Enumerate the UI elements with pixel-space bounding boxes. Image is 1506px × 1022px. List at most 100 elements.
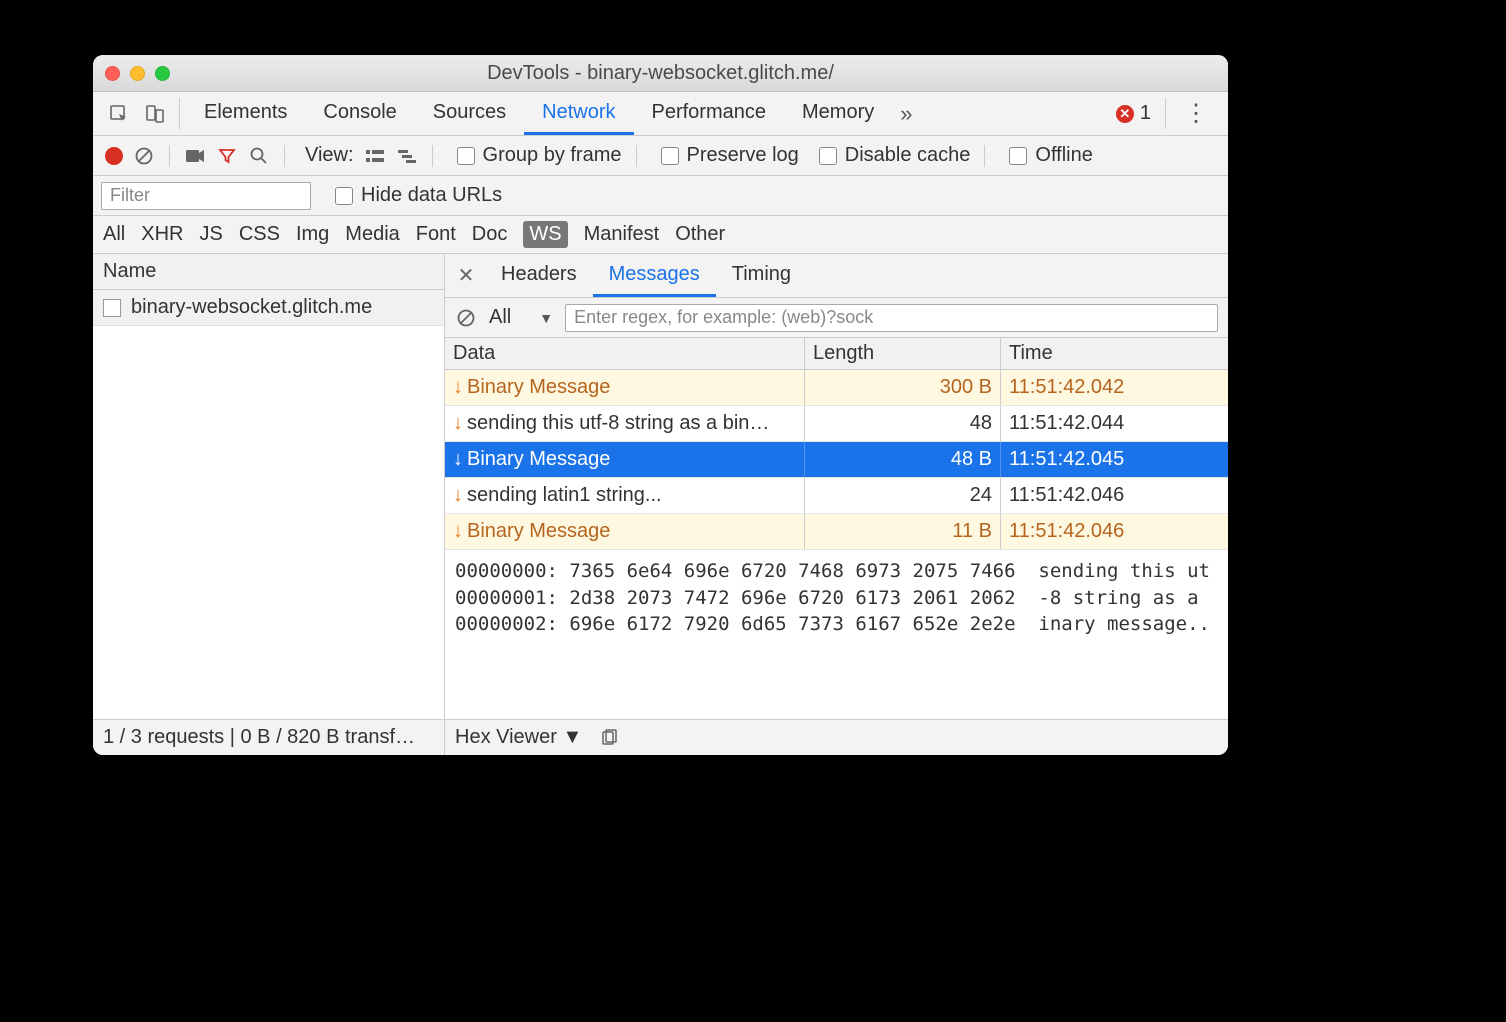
type-filter-other[interactable]: Other	[675, 223, 725, 246]
file-icon	[103, 299, 121, 317]
message-row[interactable]: ↓Binary Message 300 B 11:51:42.042	[445, 370, 1228, 406]
hex-viewer-select[interactable]: Hex Viewer ▼	[455, 726, 582, 749]
message-length: 48 B	[951, 448, 992, 471]
message-length: 11 B	[952, 520, 992, 543]
type-filter-xhr[interactable]: XHR	[141, 223, 183, 246]
type-filter-js[interactable]: JS	[199, 223, 222, 246]
error-indicator[interactable]: ✕ 1	[1108, 92, 1159, 135]
offline-label: Offline	[1035, 144, 1092, 167]
footer: 1 / 3 requests | 0 B / 820 B transf… Hex…	[93, 719, 1228, 755]
detail-tab-timing[interactable]: Timing	[716, 254, 807, 297]
group-by-frame-checkbox[interactable]: Group by frame	[457, 144, 622, 167]
message-row[interactable]: ↓Binary Message11 B11:51:42.046	[445, 514, 1228, 550]
hide-data-urls-label: Hide data URLs	[361, 184, 502, 207]
filter-input[interactable]: Filter	[101, 182, 311, 210]
messages-table-header: Data Length Time	[445, 338, 1228, 370]
type-filter-media[interactable]: Media	[345, 223, 399, 246]
copy-icon[interactable]	[598, 727, 620, 749]
filter-icon[interactable]	[216, 145, 238, 167]
message-row[interactable]: ↓sending this utf-8 string as a bin…4811…	[445, 406, 1228, 442]
status-text: 1 / 3 requests | 0 B / 820 B transf…	[93, 720, 445, 755]
message-row[interactable]: ↓Binary Message48 B11:51:42.045	[445, 442, 1228, 478]
requests-pane: Name binary-websocket.glitch.me	[93, 254, 445, 719]
request-name: binary-websocket.glitch.me	[131, 296, 372, 319]
message-data: sending this utf-8 string as a bin…	[467, 412, 769, 435]
message-data: sending latin1 string...	[467, 484, 662, 507]
message-time: 11:51:42.045	[1009, 448, 1124, 471]
error-count: 1	[1140, 102, 1151, 125]
devtools-window: DevTools - binary-websocket.glitch.me/ E…	[93, 55, 1228, 755]
network-toolbar: View: Group by frame Preserve log Disabl…	[93, 136, 1228, 176]
main-tabs: ElementsConsoleSourcesNetworkPerformance…	[93, 92, 1228, 136]
name-column-header[interactable]: Name	[93, 254, 444, 290]
tab-elements[interactable]: Elements	[186, 92, 305, 135]
type-filter-css[interactable]: CSS	[239, 223, 280, 246]
view-label: View:	[305, 144, 354, 167]
waterfall-icon[interactable]	[396, 145, 418, 167]
tab-memory[interactable]: Memory	[784, 92, 892, 135]
group-by-frame-label: Group by frame	[483, 144, 622, 167]
divider	[984, 145, 985, 167]
offline-checkbox[interactable]: Offline	[1009, 144, 1092, 167]
tab-performance[interactable]: Performance	[634, 92, 785, 135]
length-column-header[interactable]: Length	[805, 338, 1001, 369]
request-row[interactable]: binary-websocket.glitch.me	[93, 290, 444, 326]
message-length: 300 B	[940, 376, 992, 399]
close-detail-button[interactable]: ✕	[451, 254, 481, 297]
clear-messages-icon[interactable]	[455, 307, 477, 329]
preserve-log-checkbox[interactable]: Preserve log	[661, 144, 799, 167]
type-filter-doc[interactable]: Doc	[472, 223, 508, 246]
device-toolbar-icon[interactable]	[137, 92, 173, 135]
message-time: 11:51:42.042	[1009, 376, 1124, 399]
data-column-header[interactable]: Data	[445, 338, 805, 369]
tab-network[interactable]: Network	[524, 92, 633, 135]
type-filter-manifest[interactable]: Manifest	[584, 223, 660, 246]
message-length: 48	[970, 412, 992, 435]
message-type-label: All	[489, 306, 511, 329]
message-type-select[interactable]: All ▼	[489, 306, 553, 329]
preserve-log-label: Preserve log	[687, 144, 799, 167]
type-filter-img[interactable]: Img	[296, 223, 329, 246]
type-filter-font[interactable]: Font	[416, 223, 456, 246]
filter-row: Filter Hide data URLs	[93, 176, 1228, 216]
hex-viewer[interactable]: 00000000: 7365 6e64 696e 6720 7468 6973 …	[445, 550, 1228, 719]
arrow-down-icon: ↓	[453, 520, 463, 543]
camera-icon[interactable]	[184, 145, 206, 167]
disable-cache-label: Disable cache	[845, 144, 971, 167]
type-filter-all[interactable]: All	[103, 223, 125, 246]
record-button[interactable]	[105, 147, 123, 165]
inspect-element-icon[interactable]	[101, 92, 137, 135]
message-time: 11:51:42.046	[1009, 520, 1124, 543]
arrow-down-icon: ↓	[453, 448, 463, 471]
time-column-header[interactable]: Time	[1001, 338, 1228, 369]
divider	[169, 145, 170, 167]
large-rows-icon[interactable]	[364, 145, 386, 167]
messages-toolbar: All ▼ Enter regex, for example: (web)?so…	[445, 298, 1228, 338]
regex-filter-input[interactable]: Enter regex, for example: (web)?sock	[565, 304, 1218, 332]
message-length: 24	[970, 484, 992, 507]
window-title: DevTools - binary-websocket.glitch.me/	[93, 62, 1228, 85]
type-filter-ws[interactable]: WS	[523, 221, 567, 248]
detail-tab-headers[interactable]: Headers	[485, 254, 593, 297]
tab-sources[interactable]: Sources	[415, 92, 524, 135]
divider	[179, 98, 180, 129]
chevron-down-icon: ▼	[539, 310, 553, 326]
disable-cache-checkbox[interactable]: Disable cache	[819, 144, 971, 167]
detail-tab-messages[interactable]: Messages	[593, 254, 716, 297]
arrow-down-icon: ↓	[453, 484, 463, 507]
kebab-menu-icon[interactable]: ⋮	[1172, 92, 1220, 135]
clear-icon[interactable]	[133, 145, 155, 167]
divider	[432, 145, 433, 167]
hide-data-urls-checkbox[interactable]: Hide data URLs	[335, 184, 502, 207]
message-time: 11:51:42.046	[1009, 484, 1124, 507]
message-data: Binary Message	[467, 376, 610, 399]
network-body: Name binary-websocket.glitch.me ✕ Header…	[93, 254, 1228, 719]
tab-console[interactable]: Console	[305, 92, 414, 135]
arrow-down-icon: ↓	[453, 376, 463, 399]
type-filter-row: All XHR JS CSS Img Media Font Doc WS Manifest Othe…	[93, 216, 1228, 254]
error-icon: ✕	[1116, 105, 1134, 123]
search-icon[interactable]	[248, 145, 270, 167]
more-tabs-button[interactable]: »	[892, 92, 920, 135]
message-row[interactable]: ↓sending latin1 string... 24 11:51:42.046	[445, 478, 1228, 514]
divider	[636, 145, 637, 167]
